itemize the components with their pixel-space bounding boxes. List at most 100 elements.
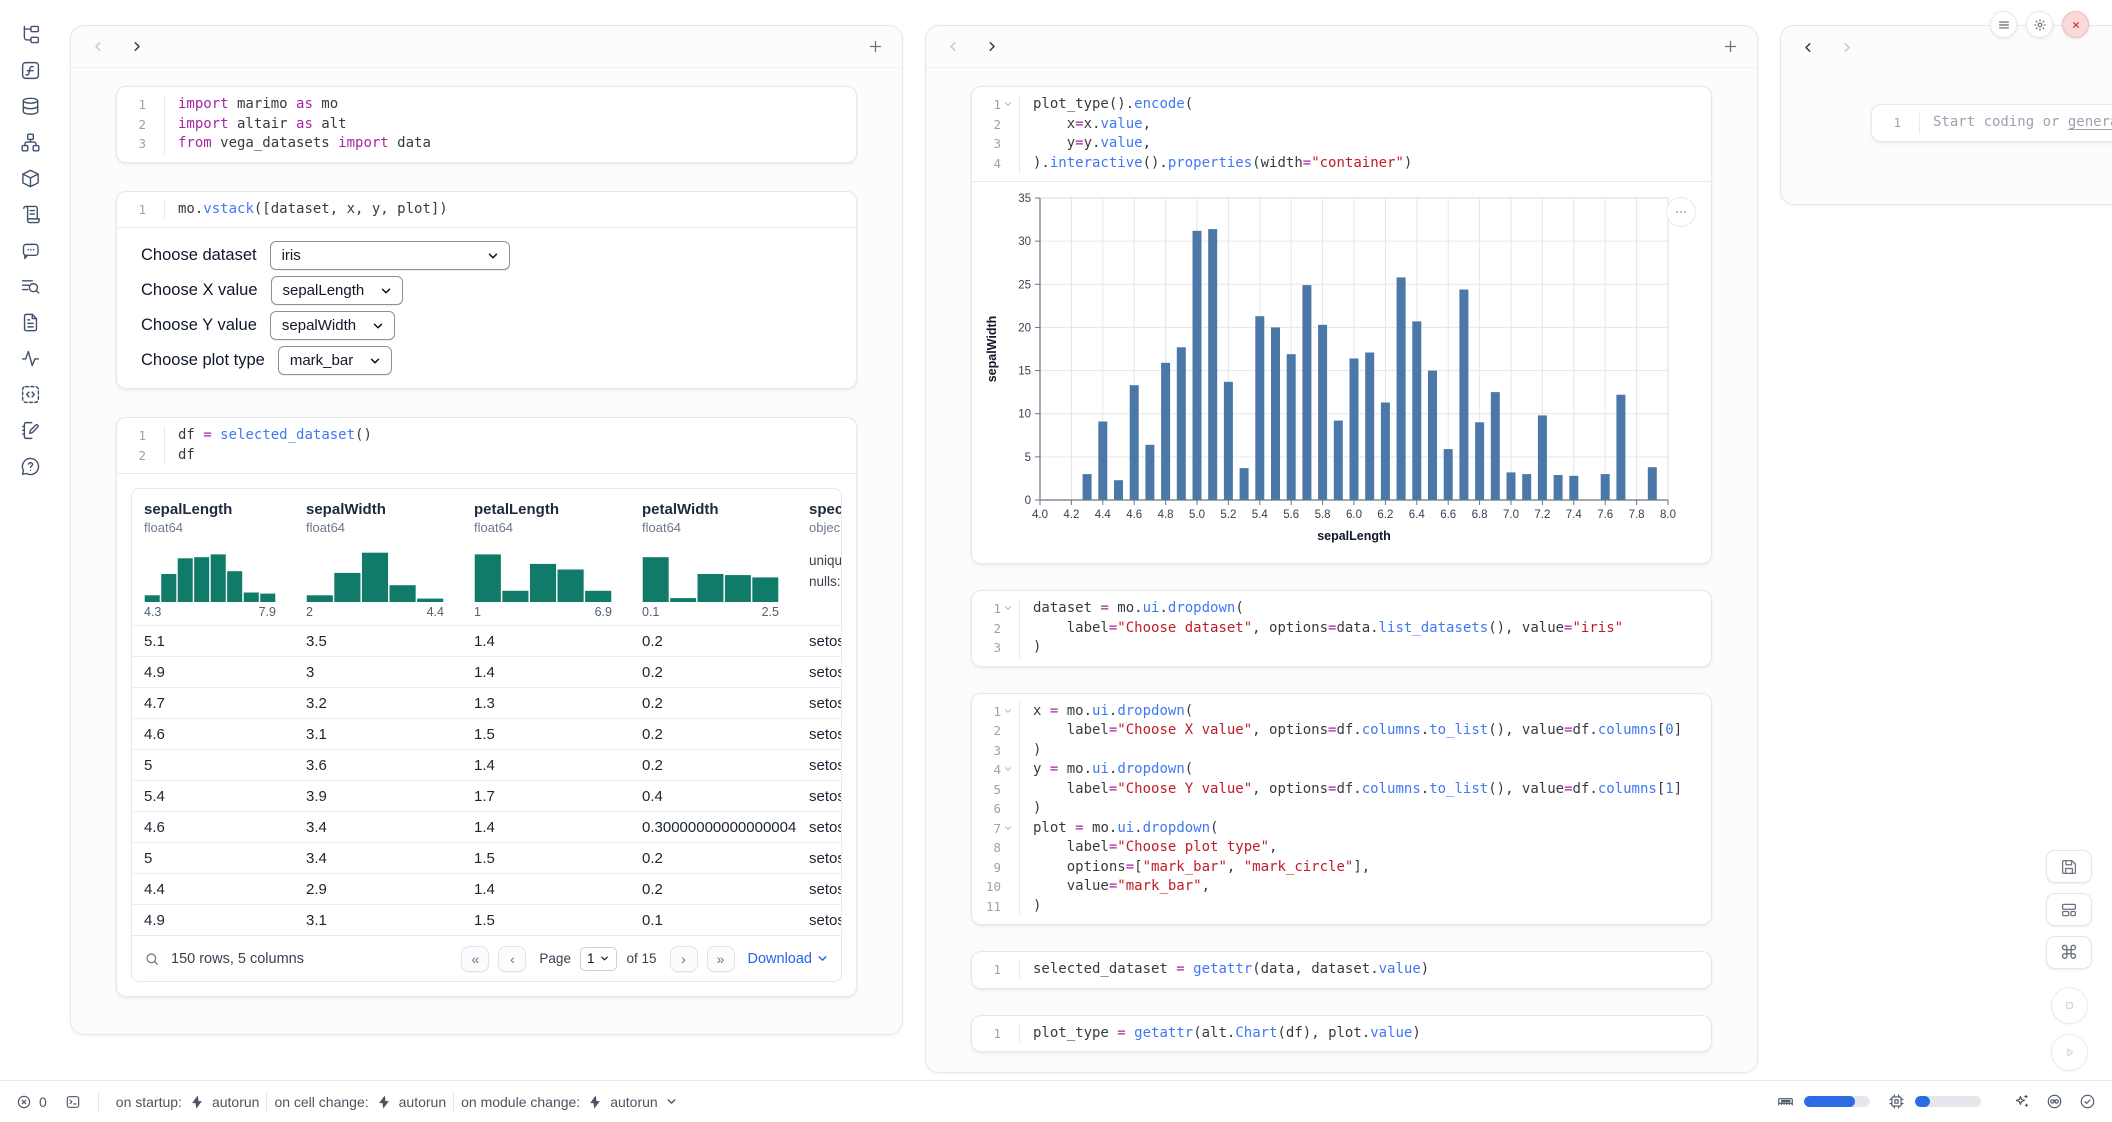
choose-plot-type-select[interactable]: mark_bar bbox=[278, 346, 392, 375]
chevron-down-icon bbox=[368, 354, 382, 368]
table-cell: setos bbox=[797, 664, 841, 681]
run-config-on-cell-change[interactable]: on cell change:autorun bbox=[274, 1094, 446, 1110]
chat-icon[interactable] bbox=[8, 232, 52, 268]
editor-placeholder: Start coding or generate with bbox=[1933, 113, 2112, 133]
menu-button[interactable] bbox=[1990, 11, 2017, 38]
file-explorer-icon[interactable] bbox=[8, 16, 52, 52]
table-cell: 3.5 bbox=[294, 633, 462, 650]
empty-code-cell: 1 Start coding or generate with bbox=[1871, 104, 2112, 142]
fold-chevron-icon[interactable] bbox=[1003, 823, 1014, 834]
notebook-actions: ⌘ bbox=[2046, 850, 2092, 1071]
svg-text:4.4: 4.4 bbox=[1095, 509, 1112, 521]
first-page-button[interactable]: « bbox=[461, 946, 489, 972]
code-editor[interactable]: 1plot_type = getattr(alt.Chart(df), plot… bbox=[972, 1016, 1711, 1052]
code-editor[interactable]: 1selected_dataset = getattr(data, datase… bbox=[972, 952, 1711, 988]
svg-text:7.0: 7.0 bbox=[1503, 509, 1519, 521]
column-forward-button[interactable] bbox=[1833, 34, 1859, 60]
settings-gear-button[interactable] bbox=[2026, 11, 2053, 38]
column-back-button[interactable] bbox=[940, 34, 966, 60]
code-line: 4).interactive().properties(width="conta… bbox=[972, 154, 1699, 174]
code-line: 2df bbox=[117, 446, 844, 466]
table-cell: 1.4 bbox=[462, 881, 630, 898]
close-panel-button[interactable] bbox=[2062, 11, 2089, 38]
datasources-icon[interactable] bbox=[8, 88, 52, 124]
choose-x-value-select[interactable]: sepalLength bbox=[271, 276, 404, 305]
stop-button[interactable] bbox=[2051, 987, 2088, 1024]
add-cell-button[interactable] bbox=[1717, 34, 1743, 60]
run-config-on-module-change[interactable]: on module change:autorun bbox=[461, 1094, 678, 1110]
column-forward-button[interactable] bbox=[978, 34, 1004, 60]
table-cell: 0.2 bbox=[630, 664, 797, 681]
copilot-button[interactable] bbox=[2046, 1093, 2063, 1110]
layout-button[interactable] bbox=[2046, 893, 2092, 926]
table-cell: 1.5 bbox=[462, 850, 630, 867]
table-cell: 3.4 bbox=[294, 850, 462, 867]
run-config-on-startup[interactable]: on startup:autorun bbox=[116, 1094, 260, 1110]
terminal-button[interactable] bbox=[65, 1094, 81, 1110]
fold-chevron-icon[interactable] bbox=[1003, 764, 1014, 775]
column-back-button[interactable] bbox=[85, 34, 111, 60]
table-cell: setos bbox=[797, 788, 841, 805]
tracing-icon[interactable] bbox=[8, 340, 52, 376]
scratchpad-icon[interactable] bbox=[8, 412, 52, 448]
choose-dataset-select[interactable]: iris bbox=[270, 241, 510, 270]
code-editor[interactable]: 1import marimo as mo2import altair as al… bbox=[117, 87, 856, 162]
save-button[interactable] bbox=[2046, 850, 2092, 883]
ai-sparkles-button[interactable] bbox=[2013, 1093, 2030, 1110]
documentation-icon[interactable] bbox=[8, 304, 52, 340]
snippets-icon[interactable] bbox=[8, 376, 52, 412]
table-cell: 1.4 bbox=[462, 819, 630, 836]
column-forward-button[interactable] bbox=[123, 34, 149, 60]
svg-text:7.2: 7.2 bbox=[1534, 509, 1550, 521]
table-cell: 3.1 bbox=[294, 912, 462, 929]
logs-icon[interactable] bbox=[8, 268, 52, 304]
code-editor[interactable]: 1x = mo.ui.dropdown(2 label="Choose X va… bbox=[972, 694, 1711, 925]
table-row: 53.61.40.2setos bbox=[132, 749, 841, 780]
fold-chevron-icon[interactable] bbox=[1003, 99, 1014, 110]
fold-chevron-icon[interactable] bbox=[1003, 706, 1014, 717]
svg-text:25: 25 bbox=[1018, 279, 1031, 291]
code-line: 11) bbox=[972, 897, 1699, 917]
chart-menu-button[interactable] bbox=[1666, 197, 1696, 227]
scripts-icon[interactable] bbox=[8, 196, 52, 232]
packages-icon[interactable] bbox=[8, 160, 52, 196]
line-number: 10 bbox=[986, 877, 1001, 897]
line-number: 8 bbox=[993, 838, 1001, 858]
table-cell: 3.9 bbox=[294, 788, 462, 805]
command-palette-button[interactable]: ⌘ bbox=[2046, 936, 2092, 969]
code-editor[interactable]: 1dataset = mo.ui.dropdown(2 label="Choos… bbox=[972, 591, 1711, 666]
errors-indicator[interactable]: 0 bbox=[16, 1094, 47, 1110]
control-row: Choose plot typemark_bar bbox=[141, 343, 832, 378]
page-select[interactable]: 1 bbox=[580, 947, 618, 971]
table-cell: 4.4 bbox=[132, 881, 294, 898]
add-cell-button[interactable] bbox=[862, 34, 888, 60]
svg-text:0: 0 bbox=[1025, 495, 1031, 507]
code-editor[interactable]: 1mo.vstack([dataset, x, y, plot]) bbox=[117, 192, 856, 228]
fold-chevron-icon[interactable] bbox=[1003, 603, 1014, 614]
table-cell: 3.1 bbox=[294, 726, 462, 743]
line-number: 1 bbox=[993, 960, 1001, 980]
generate-with-ai-link[interactable]: generate bbox=[2068, 114, 2112, 130]
prev-page-button[interactable]: ‹ bbox=[498, 946, 526, 972]
help-icon[interactable] bbox=[8, 448, 52, 484]
choose-y-value-select[interactable]: sepalWidth bbox=[270, 311, 395, 340]
code-editor[interactable]: 1plot_type().encode(2 x=x.value,3 y=y.va… bbox=[972, 87, 1711, 181]
code-editor[interactable]: 1 Start coding or generate with bbox=[1872, 105, 2112, 141]
next-page-button[interactable]: › bbox=[670, 946, 698, 972]
column-back-button[interactable] bbox=[1795, 34, 1821, 60]
bar-chart[interactable]: 4.04.24.44.64.85.05.25.45.65.86.06.26.46… bbox=[980, 182, 1704, 562]
line-number: 9 bbox=[993, 858, 1001, 878]
table-cell: 1.5 bbox=[462, 726, 630, 743]
functions-icon[interactable] bbox=[8, 52, 52, 88]
run-button[interactable] bbox=[2051, 1034, 2088, 1071]
dependency-graph-icon[interactable] bbox=[8, 124, 52, 160]
code-editor[interactable]: 1df = selected_dataset()2df bbox=[117, 418, 856, 473]
last-page-button[interactable]: » bbox=[707, 946, 735, 972]
table-cell: 1.4 bbox=[462, 633, 630, 650]
svg-text:5: 5 bbox=[1025, 452, 1031, 464]
connection-check-button[interactable] bbox=[2079, 1093, 2096, 1110]
table-cell: 4.6 bbox=[132, 726, 294, 743]
svg-text:sepalWidth: sepalWidth bbox=[985, 316, 999, 383]
table-search-button[interactable] bbox=[144, 951, 160, 967]
download-button[interactable]: Download bbox=[748, 951, 830, 967]
